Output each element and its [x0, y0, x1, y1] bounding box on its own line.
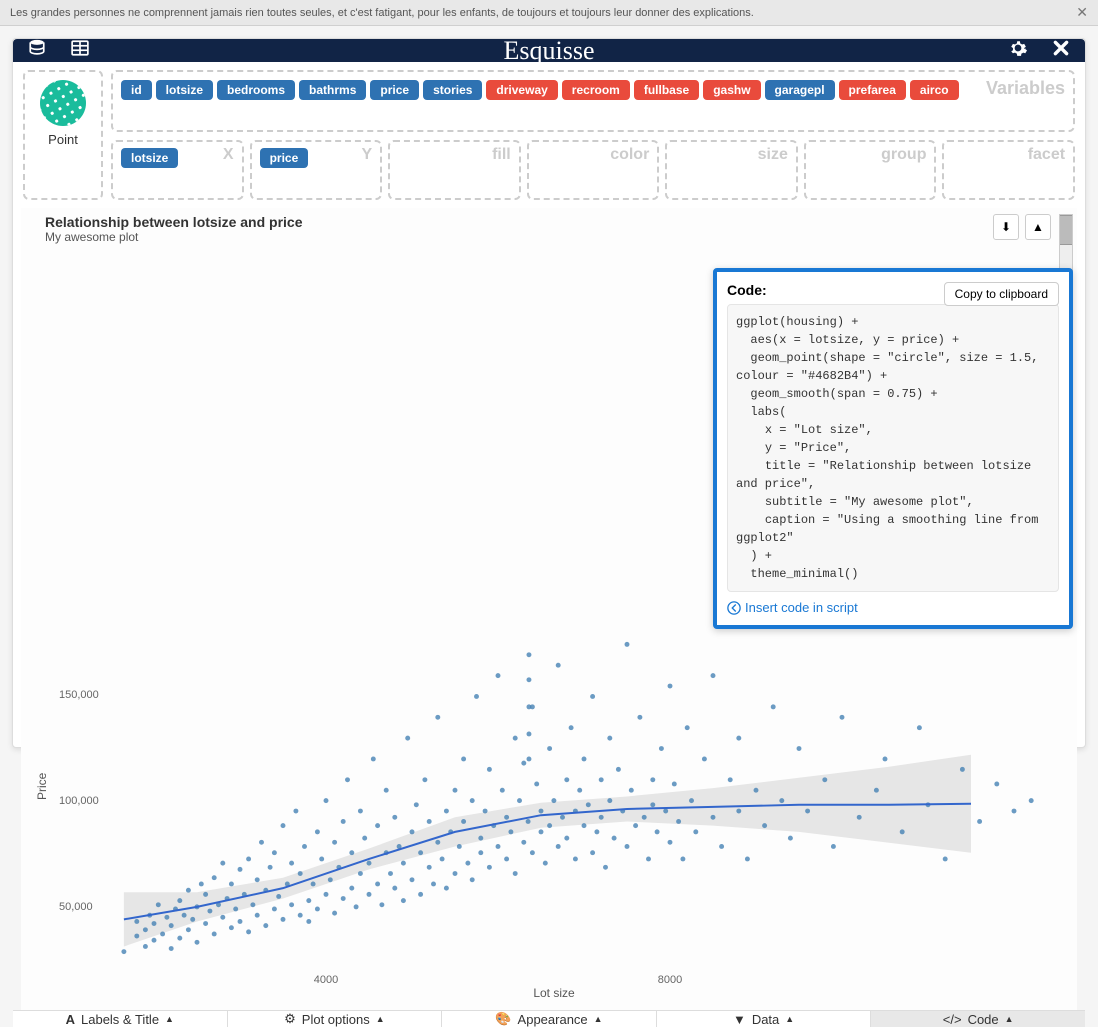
chip-recroom[interactable]: recroom: [562, 80, 630, 100]
aes-slot-group[interactable]: group: [804, 140, 937, 200]
chip-driveway[interactable]: driveway: [486, 80, 557, 100]
gear-icon: ⚙: [284, 1011, 296, 1027]
info-banner: Les grandes personnes ne comprennent jam…: [0, 0, 1098, 26]
palette-icon: 🎨: [495, 1011, 511, 1027]
download-icon[interactable]: ⬇: [993, 214, 1019, 240]
variables-label: Variables: [986, 78, 1065, 99]
geom-label: Point: [48, 132, 78, 147]
scatter-plot: [111, 600, 1057, 970]
insert-code-link[interactable]: Insert code in script: [727, 600, 1059, 615]
variables-pool[interactable]: Variables idlotsizebedroomsbathrmsprices…: [111, 70, 1075, 132]
x-axis-label: Lot size: [533, 986, 574, 1000]
tab-labels-title[interactable]: ALabels & Title▲: [13, 1011, 228, 1027]
chip-price[interactable]: price: [370, 80, 419, 100]
tab-data[interactable]: ▼Data▲: [657, 1011, 872, 1027]
filter-icon: ▼: [733, 1012, 746, 1027]
top-bar: Esquisse: [13, 39, 1085, 62]
collapse-up-icon[interactable]: ▲: [1025, 214, 1051, 240]
plot-title: Relationship between lotsize and price: [45, 214, 993, 230]
slot-label-size: size: [758, 146, 788, 164]
gear-icon[interactable]: [1009, 39, 1027, 62]
aes-slot-facet[interactable]: facet: [942, 140, 1075, 200]
chip-lotsize[interactable]: lotsize: [156, 80, 213, 100]
chip-id[interactable]: id: [121, 80, 152, 100]
table-icon[interactable]: [71, 39, 89, 62]
database-icon[interactable]: [28, 39, 46, 62]
chip-bedrooms[interactable]: bedrooms: [217, 80, 295, 100]
aes-slot-size[interactable]: size: [665, 140, 798, 200]
chart-canvas: Price Lot size 50,000100,000150,00040008…: [41, 600, 1067, 1000]
tab-appearance[interactable]: 🎨Appearance▲: [442, 1011, 657, 1027]
aes-slot-x[interactable]: Xlotsize: [111, 140, 244, 200]
resize-thumb[interactable]: [1060, 215, 1072, 245]
aes-slot-fill[interactable]: fill: [388, 140, 521, 200]
x-tick: 4000: [314, 974, 338, 986]
chip-bathrms[interactable]: bathrms: [299, 80, 366, 100]
plot-subtitle: My awesome plot: [45, 230, 993, 244]
variable-area: Point Variables idlotsizebedroomsbathrms…: [13, 62, 1085, 208]
chip-lotsize[interactable]: lotsize: [121, 148, 178, 168]
chip-gashw[interactable]: gashw: [703, 80, 760, 100]
copy-to-clipboard-button[interactable]: Copy to clipboard: [944, 282, 1059, 306]
app-window: Esquisse Point Variables idlotsizebedroo…: [12, 38, 1086, 748]
slot-label-x: X: [223, 146, 234, 164]
chip-stories[interactable]: stories: [423, 80, 482, 100]
close-icon[interactable]: ✕: [1076, 4, 1088, 21]
slot-label-facet: facet: [1028, 146, 1065, 164]
chip-fullbase[interactable]: fullbase: [634, 80, 699, 100]
code-popup: Copy to clipboard Code: ggplot(housing) …: [713, 268, 1073, 629]
chip-airco[interactable]: airco: [910, 80, 959, 100]
y-axis-label: Price: [35, 773, 49, 800]
y-tick: 100,000: [59, 795, 99, 807]
slot-label-y: Y: [361, 146, 372, 164]
close-icon[interactable]: [1052, 39, 1070, 62]
banner-text: Les grandes personnes ne comprennent jam…: [10, 7, 754, 19]
slot-label-fill: fill: [492, 146, 511, 164]
y-tick: 150,000: [59, 689, 99, 701]
app-title: Esquisse: [504, 36, 595, 66]
geom-selector[interactable]: Point: [23, 70, 103, 200]
aes-slot-color[interactable]: color: [527, 140, 660, 200]
chip-price[interactable]: price: [260, 148, 309, 168]
tab-plot-options[interactable]: ⚙Plot options▲: [228, 1011, 443, 1027]
x-tick: 8000: [658, 974, 682, 986]
point-geom-icon: [40, 80, 86, 126]
code-icon: </>: [943, 1012, 962, 1027]
slot-label-color: color: [610, 146, 649, 164]
slot-label-group: group: [881, 146, 926, 164]
code-block: ggplot(housing) + aes(x = lotsize, y = p…: [727, 304, 1059, 592]
y-tick: 50,000: [59, 901, 93, 913]
plot-area: Relationship between lotsize and price M…: [21, 208, 1077, 1010]
chip-prefarea[interactable]: prefarea: [839, 80, 906, 100]
aes-slot-y[interactable]: Yprice: [250, 140, 383, 200]
chip-garagepl[interactable]: garagepl: [765, 80, 835, 100]
bottom-tabs: ALabels & Title▲ ⚙Plot options▲ 🎨Appeara…: [13, 1010, 1085, 1027]
tab-code[interactable]: </>Code▲: [871, 1011, 1085, 1027]
